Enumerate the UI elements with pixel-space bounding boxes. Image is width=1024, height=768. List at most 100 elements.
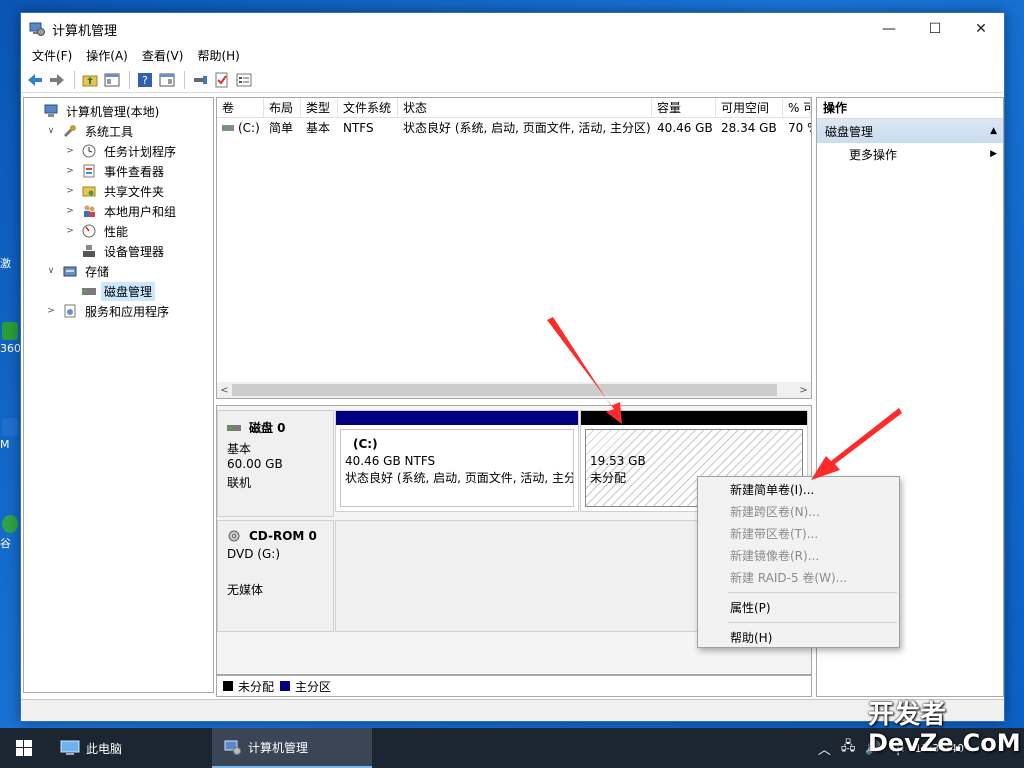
close-button[interactable]: ✕ [958, 13, 1004, 45]
scroll-right-icon[interactable]: > [796, 385, 811, 396]
cell-status: 状态良好 (系统, 启动, 页面文件, 活动, 主分区) [403, 121, 651, 135]
submenu-right-icon: ▶ [990, 149, 997, 159]
desktop-icon-chrome[interactable]: 谷 [0, 515, 20, 551]
collapsed-chevron-icon[interactable]: > [64, 186, 76, 196]
windows-logo-icon [16, 740, 32, 756]
legend: 未分配 主分区 [216, 675, 812, 697]
tree-item-10[interactable]: > 服务和应用程序 [24, 301, 213, 321]
disk-0-label[interactable]: 磁盘 0 基本 60.00 GB 联机 [217, 410, 334, 517]
col-type[interactable]: 类型 [301, 98, 338, 117]
tree-item-1[interactable]: ∨ 系统工具 [24, 121, 213, 141]
expanded-chevron-icon[interactable]: ∨ [45, 266, 57, 276]
actions-group-disk-management[interactable]: 磁盘管理 ▲ [817, 119, 1003, 143]
tree-item-8[interactable]: ∨ 存储 [24, 261, 213, 281]
partition-c-size: 40.46 GB NTFS [345, 454, 436, 468]
tray-overflow-icon[interactable]: ︿ [818, 739, 831, 758]
tools-icon [62, 123, 78, 139]
desktop-icon-m[interactable]: M [0, 418, 20, 451]
new-spanned-volume-item[interactable]: 新建跨区卷(N)... [698, 501, 899, 523]
partition-unallocated-size: 19.53 GB [590, 454, 646, 468]
tree-item-label: 任务计划程序 [104, 144, 177, 159]
menu-view[interactable]: 查看(V) [135, 45, 191, 67]
actions-group-label: 磁盘管理 [825, 124, 874, 139]
volume-list-header: 卷 布局 类型 文件系统 状态 容量 可用空间 % 可 [217, 98, 811, 118]
tree-item-label: 磁盘管理 [101, 281, 156, 301]
network-icon[interactable]: 🖧 [841, 737, 856, 759]
col-status[interactable]: 状态 [398, 98, 652, 117]
horizontal-scrollbar[interactable]: < > [217, 382, 811, 398]
cdrom-0-media: 无媒体 [227, 583, 264, 597]
performance-icon [81, 223, 97, 239]
tree-item-label: 性能 [104, 224, 129, 239]
tree-item-9[interactable]: 磁盘管理 [24, 281, 213, 301]
tree-item-4[interactable]: > 共享文件夹 [24, 181, 213, 201]
new-mirrored-volume-item[interactable]: 新建镜像卷(R)... [698, 545, 899, 567]
taskbar-this-pc[interactable]: 此电脑 [48, 728, 212, 768]
start-button[interactable] [0, 728, 48, 768]
col-capacity[interactable]: 容量 [652, 98, 716, 117]
show-action-pane-button[interactable] [157, 70, 177, 90]
help-item[interactable]: 帮助(H) [698, 627, 899, 649]
title-bar[interactable]: 计算机管理 — ☐ ✕ [21, 13, 1004, 45]
check-button[interactable] [212, 70, 232, 90]
tree-item-2[interactable]: > 任务计划程序 [24, 141, 213, 161]
collapsed-chevron-icon[interactable]: > [64, 166, 76, 176]
collapsed-chevron-icon[interactable]: > [45, 306, 57, 316]
tree-item-label: 事件查看器 [104, 164, 165, 179]
menu-action[interactable]: 操作(A) [79, 45, 135, 67]
help-icon: ? [138, 72, 152, 87]
minimize-button[interactable]: — [866, 13, 912, 45]
show-tree-button[interactable] [102, 70, 122, 90]
menu-file[interactable]: 文件(F) [25, 45, 79, 67]
desktop-icon-360[interactable]: 360 [0, 322, 21, 355]
maximize-button[interactable]: ☐ [912, 13, 958, 45]
help-button[interactable]: ? [135, 70, 155, 90]
new-simple-volume-item[interactable]: 新建简单卷(I)... [698, 479, 899, 501]
new-striped-volume-item[interactable]: 新建带区卷(T)... [698, 523, 899, 545]
desktop-label-1: 激 [0, 257, 11, 270]
properties-toolbar-button[interactable] [234, 70, 254, 90]
col-volume[interactable]: 卷 [217, 98, 264, 117]
table-row[interactable]: (C:) 简单 基本 NTFS 状态良好 (系统, 启动, 页面文件, 活动, … [217, 118, 811, 138]
cdrom-0-name: CD-ROM 0 [249, 529, 317, 543]
tree-item-label: 系统工具 [85, 124, 134, 139]
menu-help[interactable]: 帮助(H) [190, 45, 246, 67]
storage-icon [62, 263, 78, 279]
col-percent-free[interactable]: % 可 [783, 98, 811, 117]
new-raid5-volume-item[interactable]: 新建 RAID-5 卷(W)... [698, 567, 899, 589]
legend-primary: 主分区 [295, 679, 332, 694]
taskbar-computer-management[interactable]: 计算机管理 [212, 728, 372, 768]
col-free-space[interactable]: 可用空间 [716, 98, 783, 117]
tree-item-5[interactable]: > 本地用户和组 [24, 201, 213, 221]
cell-free-space: 28.34 GB [721, 121, 777, 135]
partition-c[interactable]: (C:) 40.46 GB NTFS 状态良好 (系统, 启动, 页面文件, 活… [335, 410, 579, 512]
forward-button[interactable] [47, 70, 67, 90]
properties-item[interactable]: 属性(P) [698, 597, 899, 619]
col-layout[interactable]: 布局 [264, 98, 301, 117]
col-filesystem[interactable]: 文件系统 [338, 98, 398, 117]
cell-volume: (C:) [238, 121, 260, 135]
back-button[interactable] [25, 70, 45, 90]
collapse-up-icon[interactable]: ▲ [990, 126, 997, 136]
scroll-thumb[interactable] [232, 384, 777, 396]
clock-icon [81, 143, 97, 159]
folder-icon [81, 183, 97, 199]
tree-item-6[interactable]: > 性能 [24, 221, 213, 241]
scroll-left-icon[interactable]: < [217, 385, 232, 396]
tree-item-7[interactable]: 设备管理器 [24, 241, 213, 261]
disk-icon [81, 283, 97, 299]
cdrom-0-label[interactable]: CD-ROM 0 DVD (G:) 无媒体 [217, 520, 334, 632]
collapsed-chevron-icon[interactable]: > [64, 146, 76, 156]
tree-item-0[interactable]: 计算机管理(本地) [24, 101, 213, 121]
tree-item-3[interactable]: > 事件查看器 [24, 161, 213, 181]
collapsed-chevron-icon[interactable]: > [64, 226, 76, 236]
more-actions-item[interactable]: 更多操作 ▶ [817, 143, 1003, 165]
disk-0-size: 60.00 GB [227, 457, 283, 471]
connect-button[interactable] [190, 70, 210, 90]
legend-primary-swatch [280, 681, 291, 691]
collapsed-chevron-icon[interactable]: > [64, 206, 76, 216]
services-icon [62, 303, 78, 319]
expanded-chevron-icon[interactable]: ∨ [45, 126, 57, 136]
up-folder-button[interactable] [80, 70, 100, 90]
disk-0-name: 磁盘 0 [249, 421, 286, 435]
